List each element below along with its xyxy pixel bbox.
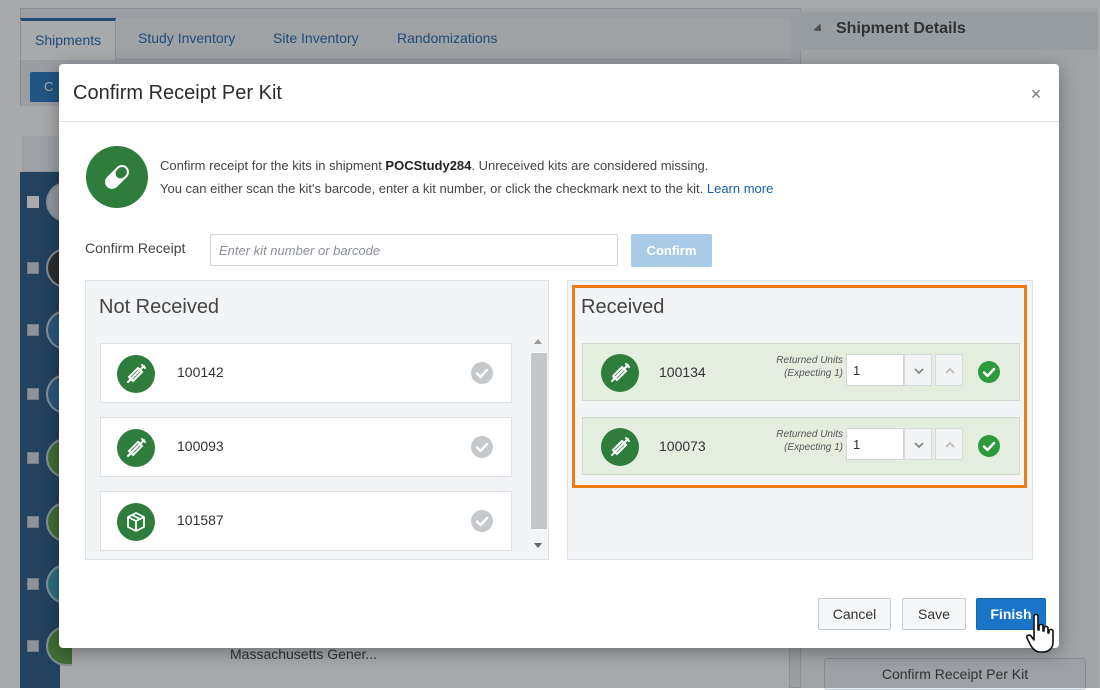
kit-number: 100142: [177, 364, 224, 380]
kit-row: 100093: [100, 417, 512, 477]
returned-units-label: Returned Units (Expecting 1): [759, 428, 843, 454]
kit-number: 100093: [177, 438, 224, 454]
expecting-units-text: (Expecting 1): [784, 442, 843, 453]
expecting-units-text: (Expecting 1): [784, 368, 843, 379]
returned-units-input[interactable]: [846, 354, 904, 386]
kit-number-input[interactable]: [210, 234, 618, 266]
confirm-button[interactable]: Confirm: [631, 234, 712, 267]
increment-button[interactable]: [935, 354, 963, 386]
info-text: You can either scan the kit's barcode, e…: [160, 181, 704, 196]
scrollbar[interactable]: [529, 335, 547, 553]
returned-units-text: Returned Units: [776, 355, 843, 366]
learn-more-link[interactable]: Learn more: [707, 181, 773, 196]
kit-row: 100142: [100, 343, 512, 403]
kit-number: 101587: [177, 512, 224, 528]
checkmark-icon[interactable]: [471, 362, 493, 384]
returned-units-label: Returned Units (Expecting 1): [759, 354, 843, 380]
kit-number: 100134: [659, 364, 706, 380]
chevron-down-icon: [914, 368, 924, 375]
not-received-panel: Not Received 100142 100093 101587: [85, 280, 549, 560]
info-text: . Unreceived kits are considered missing…: [471, 158, 709, 173]
chevron-up-icon: [945, 367, 955, 374]
close-icon[interactable]: ×: [1025, 84, 1047, 106]
decrement-button[interactable]: [904, 428, 932, 460]
kit-row: 101587: [100, 491, 512, 551]
kit-number: 100073: [659, 438, 706, 454]
checkmark-icon[interactable]: [978, 361, 1000, 383]
scroll-thumb[interactable]: [531, 353, 547, 529]
not-received-title: Not Received: [99, 296, 220, 318]
returned-units-input[interactable]: [846, 428, 904, 460]
box-icon: [117, 503, 155, 541]
checkmark-icon[interactable]: [471, 510, 493, 532]
syringe-icon: [601, 428, 639, 466]
increment-button[interactable]: [935, 428, 963, 460]
received-panel: Received 100134 Returned Units (Expectin…: [567, 280, 1033, 560]
confirm-receipt-label: Confirm Receipt: [85, 240, 186, 256]
decrement-button[interactable]: [904, 354, 932, 386]
chevron-up-icon: [945, 441, 955, 448]
scroll-up-icon[interactable]: [534, 339, 542, 344]
info-text-line1: Confirm receipt for the kits in shipment…: [160, 158, 708, 173]
chevron-down-icon: [914, 442, 924, 449]
confirm-receipt-dialog: Confirm Receipt Per Kit × Confirm receip…: [59, 64, 1059, 648]
finish-button[interactable]: Finish: [976, 598, 1046, 630]
received-title: Received: [581, 296, 665, 318]
scroll-down-icon[interactable]: [534, 543, 542, 548]
received-kit-row: 100073 Returned Units (Expecting 1): [582, 417, 1020, 475]
checkmark-icon[interactable]: [978, 435, 1000, 457]
shipment-id: POCStudy284: [385, 158, 472, 173]
syringe-icon: [117, 355, 155, 393]
cancel-button[interactable]: Cancel: [818, 598, 891, 630]
pill-icon: [86, 146, 148, 208]
info-text: Confirm receipt for the kits in shipment: [160, 158, 386, 173]
info-text-line2: You can either scan the kit's barcode, e…: [160, 181, 773, 196]
syringe-icon: [601, 354, 639, 392]
syringe-icon: [117, 429, 155, 467]
checkmark-icon[interactable]: [471, 436, 493, 458]
dialog-title: Confirm Receipt Per Kit: [73, 82, 282, 104]
dialog-header: Confirm Receipt Per Kit ×: [59, 64, 1059, 122]
save-button[interactable]: Save: [902, 598, 966, 630]
received-kit-row: 100134 Returned Units (Expecting 1): [582, 343, 1020, 401]
returned-units-text: Returned Units: [776, 429, 843, 440]
